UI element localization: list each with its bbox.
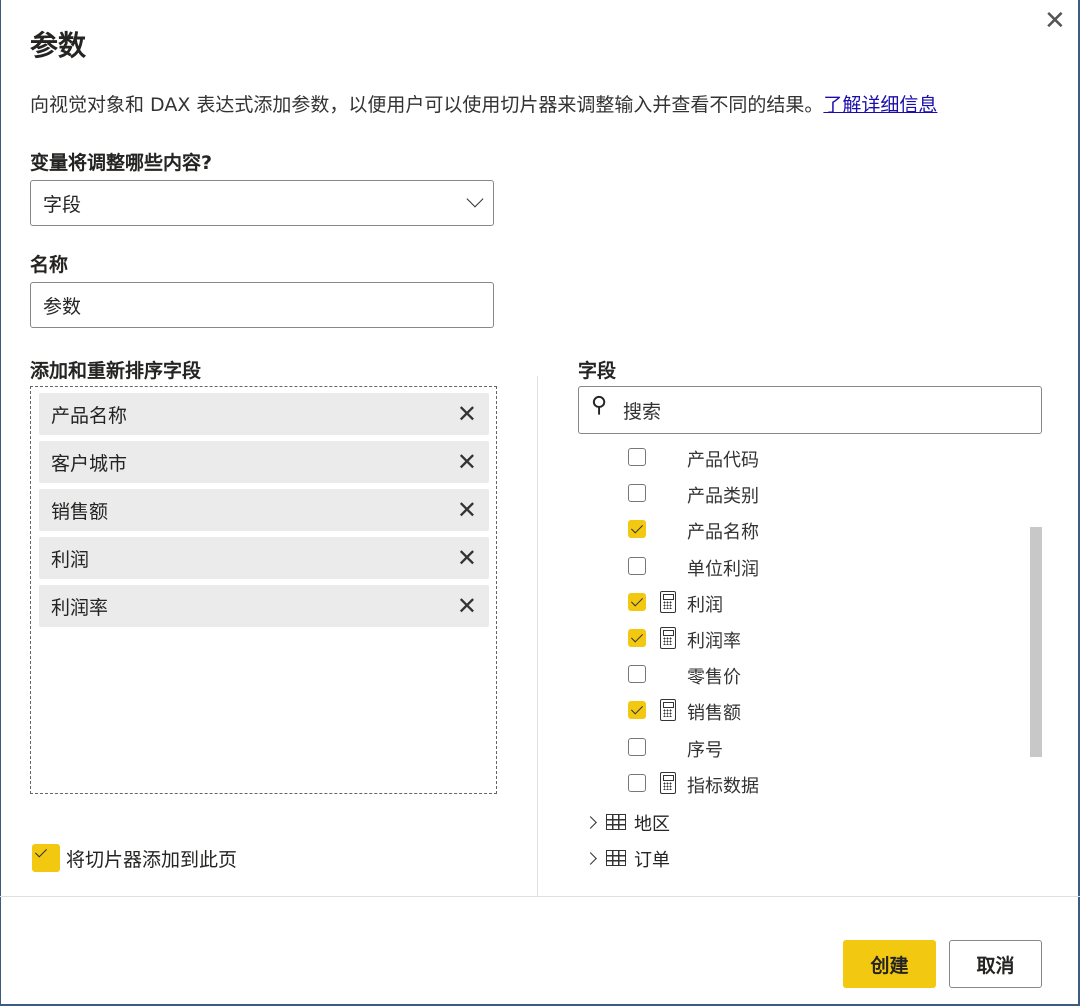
add-slicer-label: 将切片器添加到此页 <box>66 849 238 871</box>
field-checkbox[interactable] <box>628 737 646 756</box>
field-checkbox[interactable] <box>628 520 646 539</box>
field-item[interactable]: 零售价 <box>628 657 1028 693</box>
search-input[interactable]: ⚲ 搜索 <box>578 386 1042 434</box>
reorder-item-label: 客户城市 <box>51 452 128 475</box>
field-item-label: 产品代码 <box>687 450 759 471</box>
reorder-item[interactable]: 利润 ✕ <box>39 537 489 579</box>
reorder-dropzone[interactable]: 产品名称 ✕ 客户城市 ✕ 销售额 ✕ 利润 ✕ 利润率 ✕ <box>30 386 497 794</box>
field-item[interactable]: 指标数据 <box>628 766 1028 802</box>
name-input[interactable]: 参数 <box>30 282 494 328</box>
table-item-label: 地区 <box>634 814 670 835</box>
reorder-item-label: 利润率 <box>51 596 109 619</box>
close-icon[interactable]: ✕ <box>1044 6 1066 36</box>
calculator-icon <box>660 699 676 722</box>
calculator-icon <box>660 627 676 649</box>
field-item-label: 利润率 <box>687 631 741 652</box>
field-checkbox[interactable] <box>628 556 646 575</box>
reorder-item[interactable]: 销售额 ✕ <box>39 489 489 531</box>
field-item[interactable]: 利润率 <box>628 621 1028 657</box>
field-item[interactable]: 序号 <box>628 730 1028 766</box>
reorder-label: 添加和重新排序字段 <box>30 360 202 382</box>
variable-value: 字段 <box>43 193 82 216</box>
field-checkbox[interactable] <box>628 484 646 503</box>
field-item-label: 产品类别 <box>687 486 759 508</box>
reorder-item[interactable]: 客户城市 ✕ <box>39 441 489 483</box>
field-item-label: 利润 <box>687 594 723 616</box>
reorder-item[interactable]: 产品名称 ✕ <box>39 393 489 435</box>
chevron-down-icon <box>466 190 484 208</box>
reorder-item-label: 销售额 <box>51 500 109 523</box>
add-slicer-checkbox[interactable] <box>32 844 60 872</box>
search-placeholder: 搜索 <box>623 400 662 423</box>
fields-label: 字段 <box>578 360 617 382</box>
calculator-icon <box>660 590 676 613</box>
field-checkbox[interactable] <box>628 665 646 684</box>
field-item-label: 单位利润 <box>687 558 759 580</box>
field-item[interactable]: 产品类别 <box>628 476 1028 512</box>
reorder-item[interactable]: 利润率 ✕ <box>39 585 489 627</box>
remove-icon[interactable]: ✕ <box>457 448 477 476</box>
remove-icon[interactable]: ✕ <box>457 400 477 428</box>
scrollbar[interactable] <box>1030 527 1042 757</box>
field-item[interactable]: 利润 <box>628 585 1028 621</box>
field-checkbox[interactable] <box>628 629 646 647</box>
variable-dropdown[interactable]: 字段 <box>30 180 494 226</box>
field-item[interactable]: 产品名称 <box>628 512 1028 548</box>
reorder-item-label: 利润 <box>51 548 90 571</box>
field-item[interactable]: 产品代码 <box>628 440 1028 476</box>
field-checkbox[interactable] <box>628 448 646 466</box>
field-checkbox[interactable] <box>628 773 646 792</box>
field-item[interactable]: 单位利润 <box>628 549 1028 585</box>
name-label: 名称 <box>30 254 69 276</box>
field-checkbox[interactable] <box>628 701 646 720</box>
remove-icon[interactable]: ✕ <box>457 544 477 572</box>
column-divider <box>537 376 538 896</box>
table-item-label: 订单 <box>634 850 670 871</box>
description-text: 向视觉对象和 DAX 表达式添加参数，以便用户可以使用切片器来调整输入并查看不同… <box>30 94 824 116</box>
remove-icon[interactable]: ✕ <box>457 592 477 620</box>
field-item-label: 指标数据 <box>687 775 759 797</box>
calculator-icon <box>660 771 676 794</box>
field-checkbox[interactable] <box>628 592 646 611</box>
table-icon <box>606 814 626 830</box>
field-item-label: 产品名称 <box>687 522 759 544</box>
field-item[interactable]: 销售额 <box>628 693 1028 729</box>
field-item-label: 零售价 <box>687 667 741 689</box>
field-item-label: 序号 <box>687 739 723 761</box>
dialog-title: 参数 <box>30 29 87 62</box>
search-icon: ⚲ <box>591 393 608 418</box>
remove-icon[interactable]: ✕ <box>457 496 477 524</box>
footer-divider <box>0 896 1080 897</box>
dialog-description: 向视觉对象和 DAX 表达式添加参数，以便用户可以使用切片器来调整输入并查看不同… <box>30 90 937 117</box>
table-icon <box>606 850 626 866</box>
cancel-button[interactable]: 取消 <box>949 940 1042 988</box>
variable-label: 变量将调整哪些内容? <box>30 152 213 174</box>
create-button[interactable]: 创建 <box>843 940 936 988</box>
field-item-label: 销售额 <box>687 703 741 725</box>
learn-more-link[interactable]: 了解详细信息 <box>823 94 937 116</box>
reorder-item-label: 产品名称 <box>51 404 128 427</box>
